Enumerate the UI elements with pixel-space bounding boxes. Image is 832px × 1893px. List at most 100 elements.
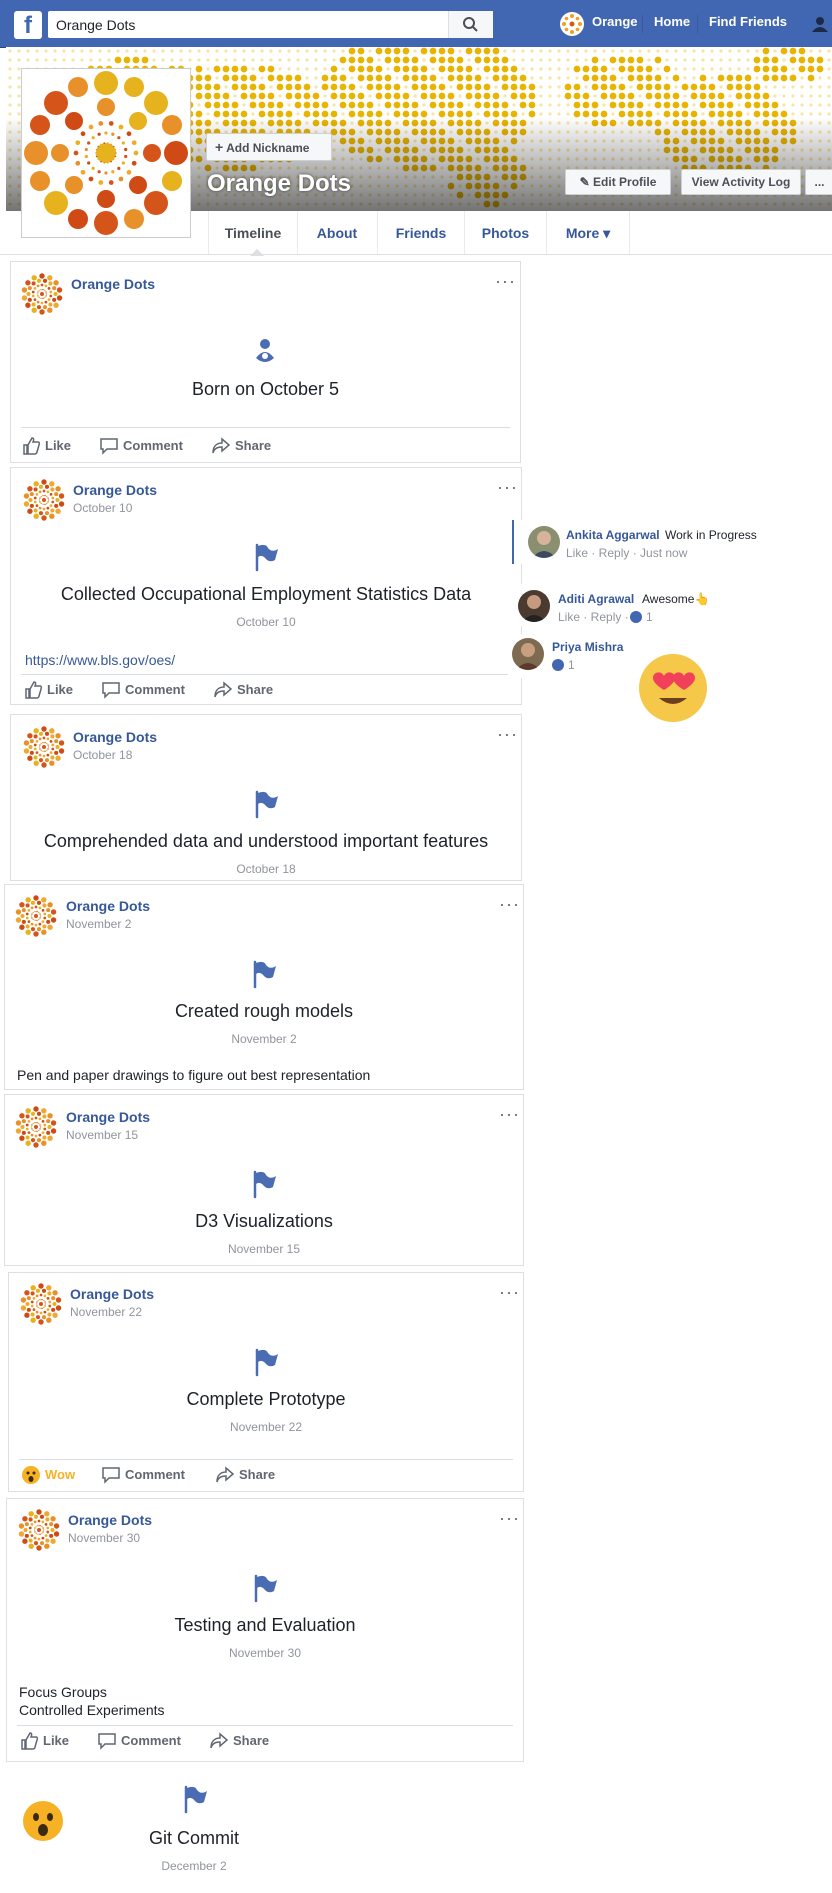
pencil-icon: ✎ <box>579 175 590 189</box>
nav-user-link[interactable]: Orange <box>592 14 638 29</box>
more-dots-icon: ... <box>814 175 825 189</box>
plus-icon: + <box>215 139 224 155</box>
share-icon <box>212 437 231 454</box>
post-date[interactable]: October 18 <box>73 748 132 762</box>
comment-text: Awesome👆 <box>642 592 710 606</box>
author-avatar[interactable] <box>18 1509 60 1551</box>
event-title: Git Commit <box>149 1828 239 1848</box>
wow-emoji-icon <box>23 1801 63 1841</box>
like-icon <box>23 437 41 455</box>
post-date[interactable]: November 30 <box>68 1531 140 1545</box>
event-date: November 15 <box>227 1242 301 1256</box>
flag-icon <box>184 1785 207 1814</box>
reaction-count[interactable]: 1 <box>646 610 653 624</box>
post-author[interactable]: Orange Dots <box>73 729 157 745</box>
post-author[interactable]: Orange Dots <box>68 1512 152 1528</box>
event-title: D3 Visualizations <box>195 1211 333 1231</box>
comment-icon <box>100 438 118 455</box>
post-author[interactable]: Orange Dots <box>71 276 155 292</box>
post-options-button[interactable]: ··· <box>495 272 516 290</box>
flag-icon <box>255 790 278 819</box>
user-avatar[interactable] <box>560 12 584 36</box>
author-avatar[interactable] <box>20 1283 62 1325</box>
tab-photos[interactable]: Photos <box>465 211 547 255</box>
comment-icon <box>102 682 120 699</box>
nav-find-friends-link[interactable]: Find Friends <box>709 14 787 29</box>
commenter-avatar[interactable] <box>512 638 544 670</box>
post-author[interactable]: Orange Dots <box>73 482 157 498</box>
event-title: Complete Prototype <box>186 1389 346 1409</box>
friend-requests-icon[interactable] <box>812 16 832 32</box>
timeline-post: Orange Dots November 22 ··· Complete Pro… <box>8 1272 524 1492</box>
flag-icon <box>255 543 278 572</box>
reaction-count[interactable]: 1 <box>568 658 575 672</box>
post-options-button[interactable]: ··· <box>497 478 518 496</box>
commenter-name[interactable]: Priya Mishra <box>552 640 623 654</box>
post-options-button[interactable]: ··· <box>499 1283 520 1301</box>
post-link[interactable]: https://www.bls.gov/oes/ <box>25 652 175 668</box>
add-nickname-button[interactable]: + Add Nickname <box>206 133 332 161</box>
author-avatar[interactable] <box>23 479 65 521</box>
event-date: December 2 <box>161 1859 227 1873</box>
timeline-post: Orange Dots November 30 ··· Testing and … <box>6 1498 524 1762</box>
event-date: October 10 <box>236 615 296 629</box>
post-options-button[interactable]: ··· <box>499 1105 520 1123</box>
comment-icon <box>98 1733 116 1750</box>
commenter-name[interactable]: Aditi Agrawal <box>558 592 634 606</box>
edit-profile-button[interactable]: ✎ Edit Profile <box>565 169 671 195</box>
nav-home-link[interactable]: Home <box>654 14 690 29</box>
search-box <box>48 11 493 38</box>
post-body-text: Focus Groups <box>19 1684 107 1700</box>
profile-name[interactable]: Orange Dots <box>207 170 351 198</box>
comment-item: Aditi Agrawal Awesome👆 Like · Reply · 1 <box>512 584 832 626</box>
tab-about[interactable]: About <box>297 211 378 255</box>
search-icon <box>463 17 478 32</box>
comment-actions[interactable]: Like · Reply · <box>558 610 629 624</box>
orange-dots-logo-icon <box>561 13 583 35</box>
post-body-text: Controlled Experiments <box>19 1702 165 1718</box>
add-nickname-label: Add Nickname <box>226 141 310 155</box>
event-date: October 18 <box>236 862 296 876</box>
share-icon <box>216 1466 235 1483</box>
author-avatar[interactable] <box>23 726 65 768</box>
top-navigation-bar: f Orange Home Find Friends <box>0 0 832 48</box>
timeline-post: Orange Dots November 2 ··· Created rough… <box>4 884 524 1090</box>
post-options-button[interactable]: ··· <box>499 1509 520 1527</box>
author-avatar[interactable] <box>15 1106 57 1148</box>
event-date: November 2 <box>231 1032 297 1046</box>
author-avatar[interactable] <box>15 895 57 937</box>
profile-picture[interactable] <box>21 68 191 238</box>
post-date[interactable]: October 10 <box>73 501 132 515</box>
wow-emoji-icon <box>22 1466 40 1484</box>
event-title: Created rough models <box>174 1001 354 1021</box>
facebook-logo-icon[interactable]: f <box>14 11 42 39</box>
post-author[interactable]: Orange Dots <box>70 1286 154 1302</box>
search-button[interactable] <box>448 11 493 38</box>
like-reaction-icon <box>552 659 564 671</box>
flag-icon <box>253 1170 276 1199</box>
search-input[interactable] <box>54 15 438 35</box>
comment-actions[interactable]: Like · Reply · Just now <box>566 546 687 560</box>
author-avatar[interactable] <box>21 273 63 315</box>
post-options-button[interactable]: ··· <box>497 725 518 743</box>
post-author[interactable]: Orange Dots <box>66 898 150 914</box>
tab-friends[interactable]: Friends <box>378 211 465 255</box>
post-date[interactable]: November 15 <box>66 1128 138 1142</box>
post-options-button[interactable]: ··· <box>499 895 520 913</box>
event-title: Testing and Evaluation <box>174 1615 356 1635</box>
like-icon <box>21 1732 39 1750</box>
profile-more-button[interactable]: ... <box>805 169 832 195</box>
like-reaction-icon <box>630 611 642 623</box>
post-body-text: Pen and paper drawings to figure out bes… <box>17 1067 371 1083</box>
post-date[interactable]: November 22 <box>70 1305 142 1319</box>
post-author[interactable]: Orange Dots <box>66 1109 150 1125</box>
tab-more[interactable]: More ▾ <box>547 211 630 255</box>
event-title: Collected Occupational Employment Statis… <box>60 584 472 604</box>
flag-icon <box>254 1574 277 1603</box>
commenter-name[interactable]: Ankita Aggarwal <box>566 528 660 542</box>
post-date[interactable]: November 2 <box>66 917 131 931</box>
commenter-avatar[interactable] <box>528 526 560 558</box>
view-activity-log-button[interactable]: View Activity Log <box>681 169 801 195</box>
commenter-avatar[interactable] <box>518 590 550 622</box>
baby-icon <box>256 339 274 362</box>
